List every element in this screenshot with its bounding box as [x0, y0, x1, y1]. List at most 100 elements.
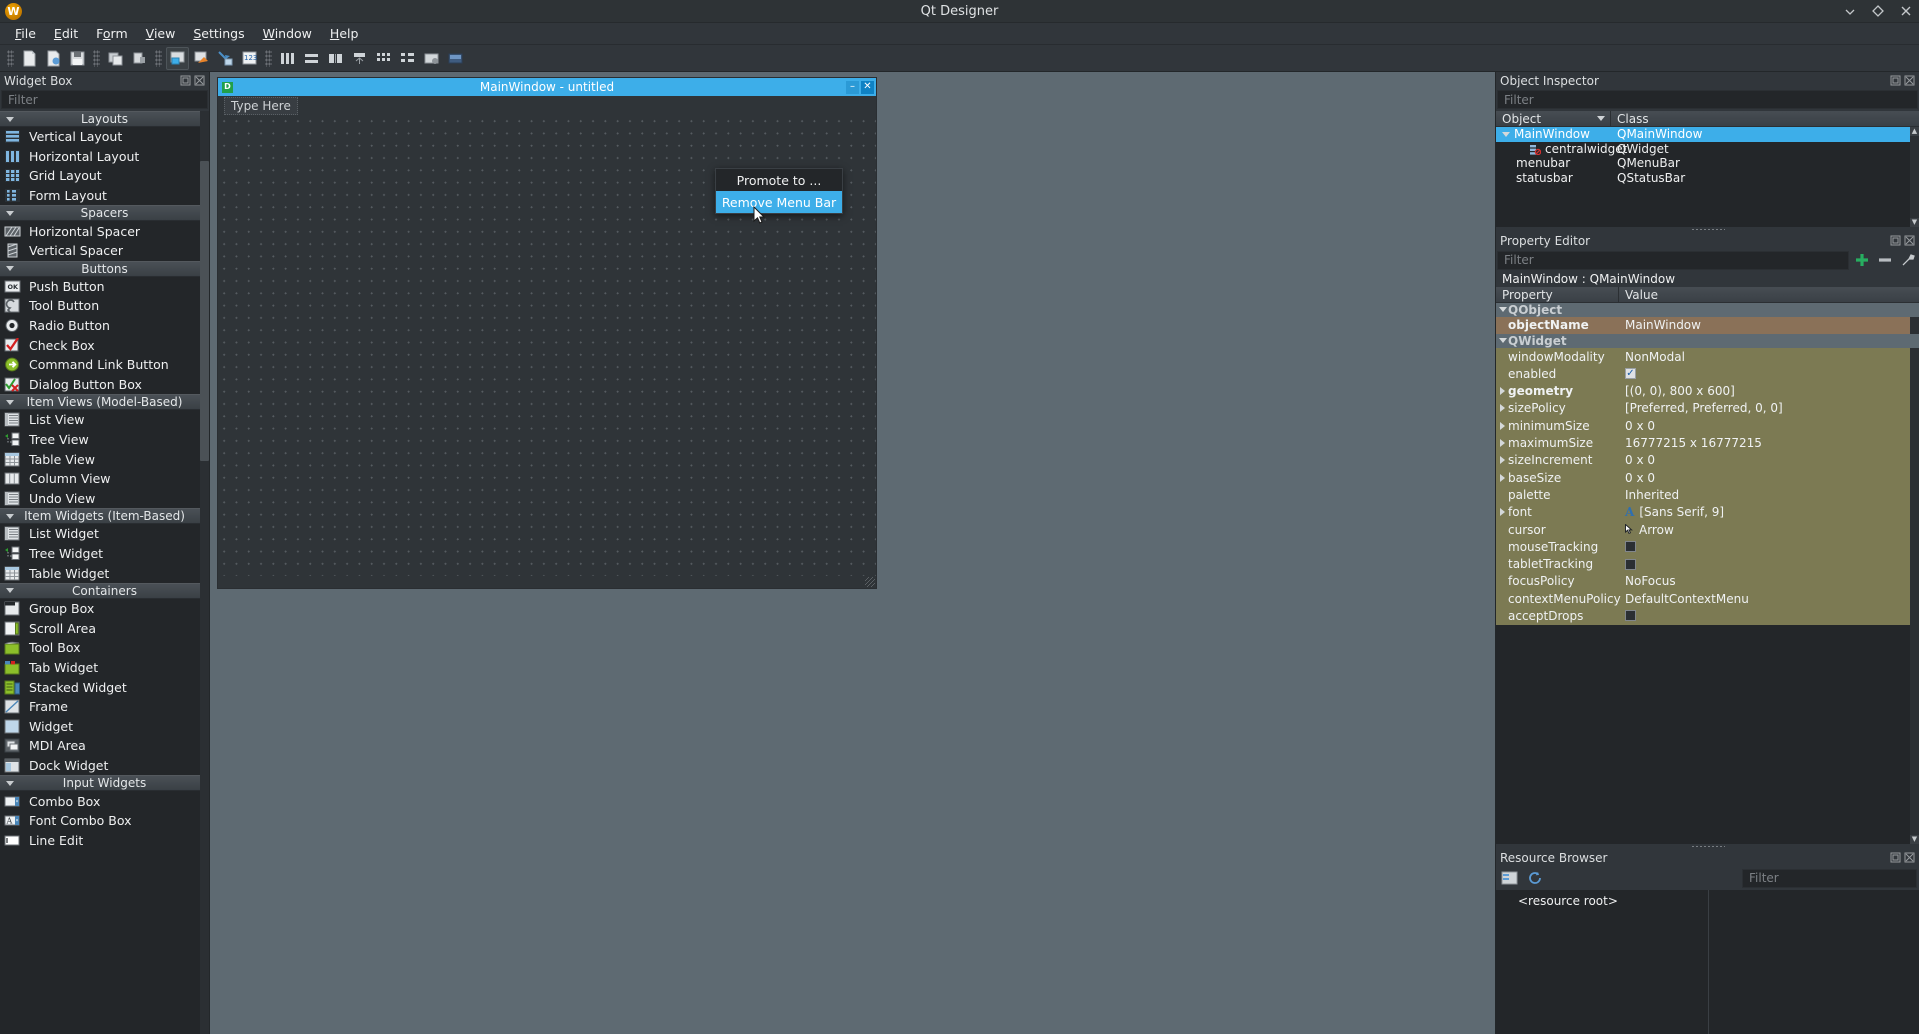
widget-item-line-edit[interactable]: Line Edit	[0, 830, 209, 850]
property-group-qwidget[interactable]: QWidget	[1496, 334, 1919, 348]
context-menu-item-promote-to[interactable]: Promote to ...	[716, 169, 842, 191]
menu-file[interactable]: File	[6, 23, 45, 44]
widget-category-containers[interactable]: Containers	[0, 582, 209, 599]
widget-item-undo-view[interactable]: Undo View	[0, 489, 209, 509]
remove-property-icon[interactable]	[1874, 250, 1895, 270]
object-row-centralwidget[interactable]: centralwidget QWidget	[1496, 142, 1919, 157]
close-panel-icon-oi[interactable]	[1904, 75, 1915, 86]
widget-item-list-widget[interactable]: List Widget	[0, 524, 209, 544]
widget-item-command-link-button[interactable]: Command Link Button	[0, 355, 209, 375]
widget-item-font-combo-box[interactable]: A Font Combo Box	[0, 811, 209, 831]
undo-icon[interactable]	[104, 47, 127, 70]
property-row-sizeIncrement[interactable]: sizeIncrement 0 x 0	[1496, 451, 1919, 469]
widget-item-vertical-layout[interactable]: Vertical Layout	[0, 127, 209, 147]
expand-arrow-icon[interactable]	[1500, 508, 1505, 517]
widget-item-dock-widget[interactable]: Dock Widget	[0, 756, 209, 776]
open-form-icon[interactable]	[42, 47, 65, 70]
context-menu-item-remove-menu-bar[interactable]: Remove Menu Bar	[716, 191, 842, 213]
expand-arrow-icon[interactable]	[1500, 404, 1505, 413]
form-menubar[interactable]: Type Here	[218, 96, 876, 115]
expand-arrow-icon[interactable]	[1500, 387, 1505, 396]
undock-icon-pe[interactable]	[1890, 235, 1901, 246]
scroll-up-icon[interactable]: ▲	[1910, 127, 1919, 136]
widget-category-layouts[interactable]: Layouts	[0, 111, 209, 127]
adjust-size-icon[interactable]	[444, 47, 467, 70]
save-form-icon[interactable]	[66, 47, 89, 70]
property-editor-scrollbar[interactable]: ▲ ▼	[1910, 303, 1919, 844]
checkbox-unchecked-icon[interactable]	[1625, 610, 1636, 622]
object-inspector-filter[interactable]: Filter	[1497, 90, 1918, 109]
form-minimize-icon[interactable]: –	[846, 80, 859, 94]
object-inspector-scrollbar[interactable]: ▲ ▼	[1910, 127, 1919, 227]
edit-resources-icon[interactable]	[1498, 868, 1520, 888]
property-row-acceptDrops[interactable]: acceptDrops	[1496, 607, 1919, 625]
property-row-cursor[interactable]: cursor Arrow	[1496, 520, 1919, 539]
expand-arrow-icon[interactable]	[1500, 421, 1505, 430]
layout-splitter-vertical-icon[interactable]	[348, 47, 371, 70]
configure-icon[interactable]	[1897, 250, 1918, 270]
reload-icon[interactable]	[1524, 868, 1546, 888]
widget-item-grid-layout[interactable]: Grid Layout	[0, 166, 209, 186]
widget-item-widget[interactable]: Widget	[0, 716, 209, 736]
menu-window[interactable]: Window	[254, 23, 321, 44]
property-row-windowModality[interactable]: windowModality NonModal	[1496, 347, 1919, 366]
menu-settings[interactable]: Settings	[184, 23, 253, 44]
add-property-icon[interactable]	[1851, 250, 1872, 270]
toolbar-grip-2[interactable]	[93, 49, 100, 67]
widget-item-horizontal-layout[interactable]: Horizontal Layout	[0, 147, 209, 167]
widget-item-table-view[interactable]: Table View	[0, 449, 209, 469]
menu-edit[interactable]: Edit	[45, 23, 87, 44]
undock-icon-rb[interactable]	[1890, 852, 1901, 863]
widget-category-item-views-model-based[interactable]: Item Views (Model-Based)	[0, 394, 209, 411]
edit-buddies-icon[interactable]	[214, 47, 237, 70]
property-row-minimumSize[interactable]: minimumSize 0 x 0	[1496, 417, 1919, 435]
property-row-maximumSize[interactable]: maximumSize 16777215 x 16777215	[1496, 434, 1919, 452]
widget-item-tool-box[interactable]: Tool Box	[0, 638, 209, 658]
widget-item-scroll-area[interactable]: Scroll Area	[0, 618, 209, 638]
close-panel-icon-pe[interactable]	[1904, 235, 1915, 246]
object-row-statusbar[interactable]: statusbar QStatusBar	[1496, 171, 1919, 186]
column-value[interactable]: Value	[1619, 287, 1658, 302]
widget-item-dialog-button-box[interactable]: Dialog Button Box	[0, 375, 209, 395]
form-resize-grip[interactable]	[865, 577, 875, 587]
widget-box-scrollbar[interactable]	[200, 111, 209, 1034]
property-row-baseSize[interactable]: baseSize 0 x 0	[1496, 468, 1919, 487]
layout-vertically-icon[interactable]	[300, 47, 323, 70]
expand-arrow-icon[interactable]	[1500, 456, 1505, 465]
widget-item-check-box[interactable]: Check Box	[0, 335, 209, 355]
widget-item-column-view[interactable]: Column View	[0, 469, 209, 489]
scroll-down-icon[interactable]: ▼	[1910, 218, 1919, 227]
column-object[interactable]: Object	[1496, 111, 1611, 126]
object-row-mainwindow[interactable]: MainWindow QMainWindow	[1496, 127, 1919, 142]
toolbar-grip-4[interactable]	[265, 49, 272, 67]
property-row-sizePolicy[interactable]: sizePolicy [Preferred, Preferred, 0, 0]	[1496, 399, 1919, 418]
toolbar-grip-3[interactable]	[155, 49, 162, 67]
widget-item-horizontal-spacer[interactable]: Horizontal Spacer	[0, 221, 209, 241]
minimize-icon[interactable]	[1843, 4, 1857, 18]
undock-icon-oi[interactable]	[1890, 75, 1901, 86]
new-form-icon[interactable]	[18, 47, 41, 70]
form-window-titlebar[interactable]: D MainWindow - untitled – ✕	[218, 78, 876, 96]
layout-grid-icon[interactable]	[372, 47, 395, 70]
property-row-font[interactable]: font A [Sans Serif, 9]	[1496, 503, 1919, 521]
form-statusbar[interactable]	[218, 576, 876, 588]
widget-category-input-widgets[interactable]: Input Widgets	[0, 775, 209, 792]
property-row-tabletTracking[interactable]: tabletTracking	[1496, 555, 1919, 573]
pe-scroll-down-icon[interactable]: ▼	[1910, 835, 1919, 844]
column-class[interactable]: Class	[1611, 111, 1649, 126]
widget-item-form-layout[interactable]: Form Layout	[0, 186, 209, 206]
edit-signals-slots-icon[interactable]	[190, 47, 213, 70]
column-property[interactable]: Property	[1496, 287, 1619, 302]
form-close-icon[interactable]: ✕	[861, 80, 874, 94]
property-group-qobject[interactable]: QObject	[1496, 303, 1919, 317]
menu-help[interactable]: Help	[321, 23, 368, 44]
close-panel-icon-rb[interactable]	[1904, 852, 1915, 863]
widget-box-filter[interactable]: Filter	[1, 90, 208, 109]
undock-icon[interactable]	[180, 75, 191, 86]
widget-item-combo-box[interactable]: Combo Box	[0, 791, 209, 811]
widget-item-radio-button[interactable]: Radio Button	[0, 316, 209, 336]
expand-arrow-icon[interactable]	[1500, 439, 1505, 448]
widget-category-item-widgets-item-based[interactable]: Item Widgets (Item-Based)	[0, 508, 209, 525]
widget-item-tab-widget[interactable]: Tab Widget	[0, 658, 209, 678]
widget-item-group-box[interactable]: Group Box	[0, 599, 209, 619]
